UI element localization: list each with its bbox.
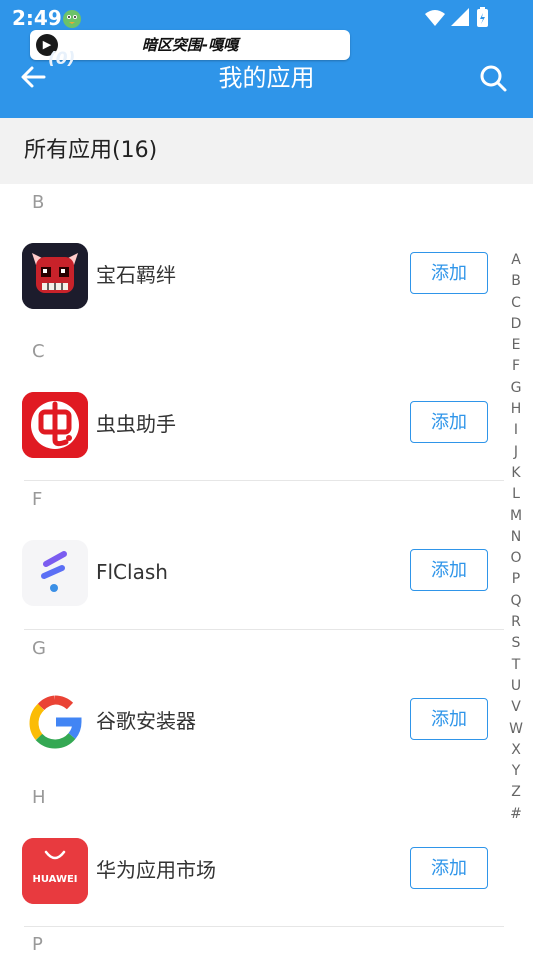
app-name: 华为应用市场	[96, 858, 216, 882]
index-letter[interactable]: G	[505, 378, 527, 399]
huawei-appgallery-app-icon: HUAWEI	[22, 838, 88, 904]
list-item: HUAWEI 华为应用市场 添加	[0, 830, 505, 910]
app-bar: 2:49 ▶ 暗区突围-嘎嘎 (0) 我的应用	[0, 0, 533, 118]
index-letter[interactable]: K	[505, 463, 527, 484]
index-letter[interactable]: Q	[505, 591, 527, 612]
add-button[interactable]: 添加	[410, 698, 488, 740]
index-letter[interactable]: #	[505, 804, 527, 825]
add-button[interactable]: 添加	[410, 401, 488, 443]
index-letter[interactable]: Y	[505, 761, 527, 782]
divider	[24, 480, 504, 481]
app-name: 虫虫助手	[96, 412, 176, 436]
index-letter[interactable]: P	[505, 569, 527, 590]
section-letter-f: F	[32, 489, 43, 510]
add-button[interactable]: 添加	[410, 549, 488, 591]
google-installer-app-icon	[22, 689, 88, 755]
list-header-title: 所有应用(16)	[24, 138, 158, 163]
divider	[24, 629, 504, 630]
section-letter-g: G	[32, 638, 46, 659]
index-letter[interactable]: N	[505, 527, 527, 548]
chongchong-app-icon	[22, 392, 88, 458]
index-letter[interactable]: Z	[505, 782, 527, 803]
list-header: 所有应用(16)	[0, 118, 533, 184]
index-letter[interactable]: H	[505, 399, 527, 420]
index-letter[interactable]: I	[505, 420, 527, 441]
index-letter[interactable]: W	[505, 719, 527, 740]
alphabet-index[interactable]: A B C D E F G H I J K L M N O P Q R S T U V W X Y Z #	[505, 250, 527, 825]
section-letter-c: C	[32, 341, 45, 362]
media-title: 暗区突围-嘎嘎	[141, 36, 239, 54]
signal-icon	[451, 8, 469, 26]
section-letter-p: P	[32, 934, 43, 955]
media-notification[interactable]: ▶ 暗区突围-嘎嘎	[30, 30, 350, 60]
index-letter[interactable]: C	[505, 293, 527, 314]
section-letter-b: B	[32, 192, 45, 213]
index-letter[interactable]: E	[505, 335, 527, 356]
huawei-icon-text: HUAWEI	[32, 874, 78, 885]
flclash-app-icon	[22, 540, 88, 606]
add-button[interactable]: 添加	[410, 847, 488, 889]
index-letter[interactable]: S	[505, 633, 527, 654]
gem-bond-app-icon	[22, 243, 88, 309]
index-letter[interactable]: X	[505, 740, 527, 761]
index-letter[interactable]: U	[505, 676, 527, 697]
index-letter[interactable]: J	[505, 442, 527, 463]
section-letter-h: H	[32, 787, 46, 808]
search-icon[interactable]	[478, 63, 508, 93]
app-name: FlClash	[96, 560, 168, 584]
list-item: 虫虫助手 添加	[0, 384, 505, 464]
app-name: 宝石羁绊	[96, 263, 176, 287]
app-name: 谷歌安装器	[96, 709, 196, 733]
index-letter[interactable]: A	[505, 250, 527, 271]
list-item: 宝石羁绊 添加	[0, 235, 505, 315]
index-letter[interactable]: T	[505, 655, 527, 676]
index-letter[interactable]: B	[505, 271, 527, 292]
index-letter[interactable]: M	[505, 506, 527, 527]
index-letter[interactable]: O	[505, 548, 527, 569]
bird-app-icon	[63, 10, 81, 28]
index-letter[interactable]: F	[505, 356, 527, 377]
index-letter[interactable]: L	[505, 484, 527, 505]
index-letter[interactable]: D	[505, 314, 527, 335]
list-item: FlClash 添加	[0, 532, 505, 612]
divider	[24, 926, 504, 927]
index-letter[interactable]: V	[505, 697, 527, 718]
index-letter[interactable]: R	[505, 612, 527, 633]
wifi-icon	[425, 10, 445, 26]
list-item: 谷歌安装器 添加	[0, 681, 505, 761]
add-button[interactable]: 添加	[410, 252, 488, 294]
status-time: 2:49	[12, 6, 62, 30]
status-icons	[425, 7, 488, 27]
page-title: 我的应用	[218, 64, 315, 92]
